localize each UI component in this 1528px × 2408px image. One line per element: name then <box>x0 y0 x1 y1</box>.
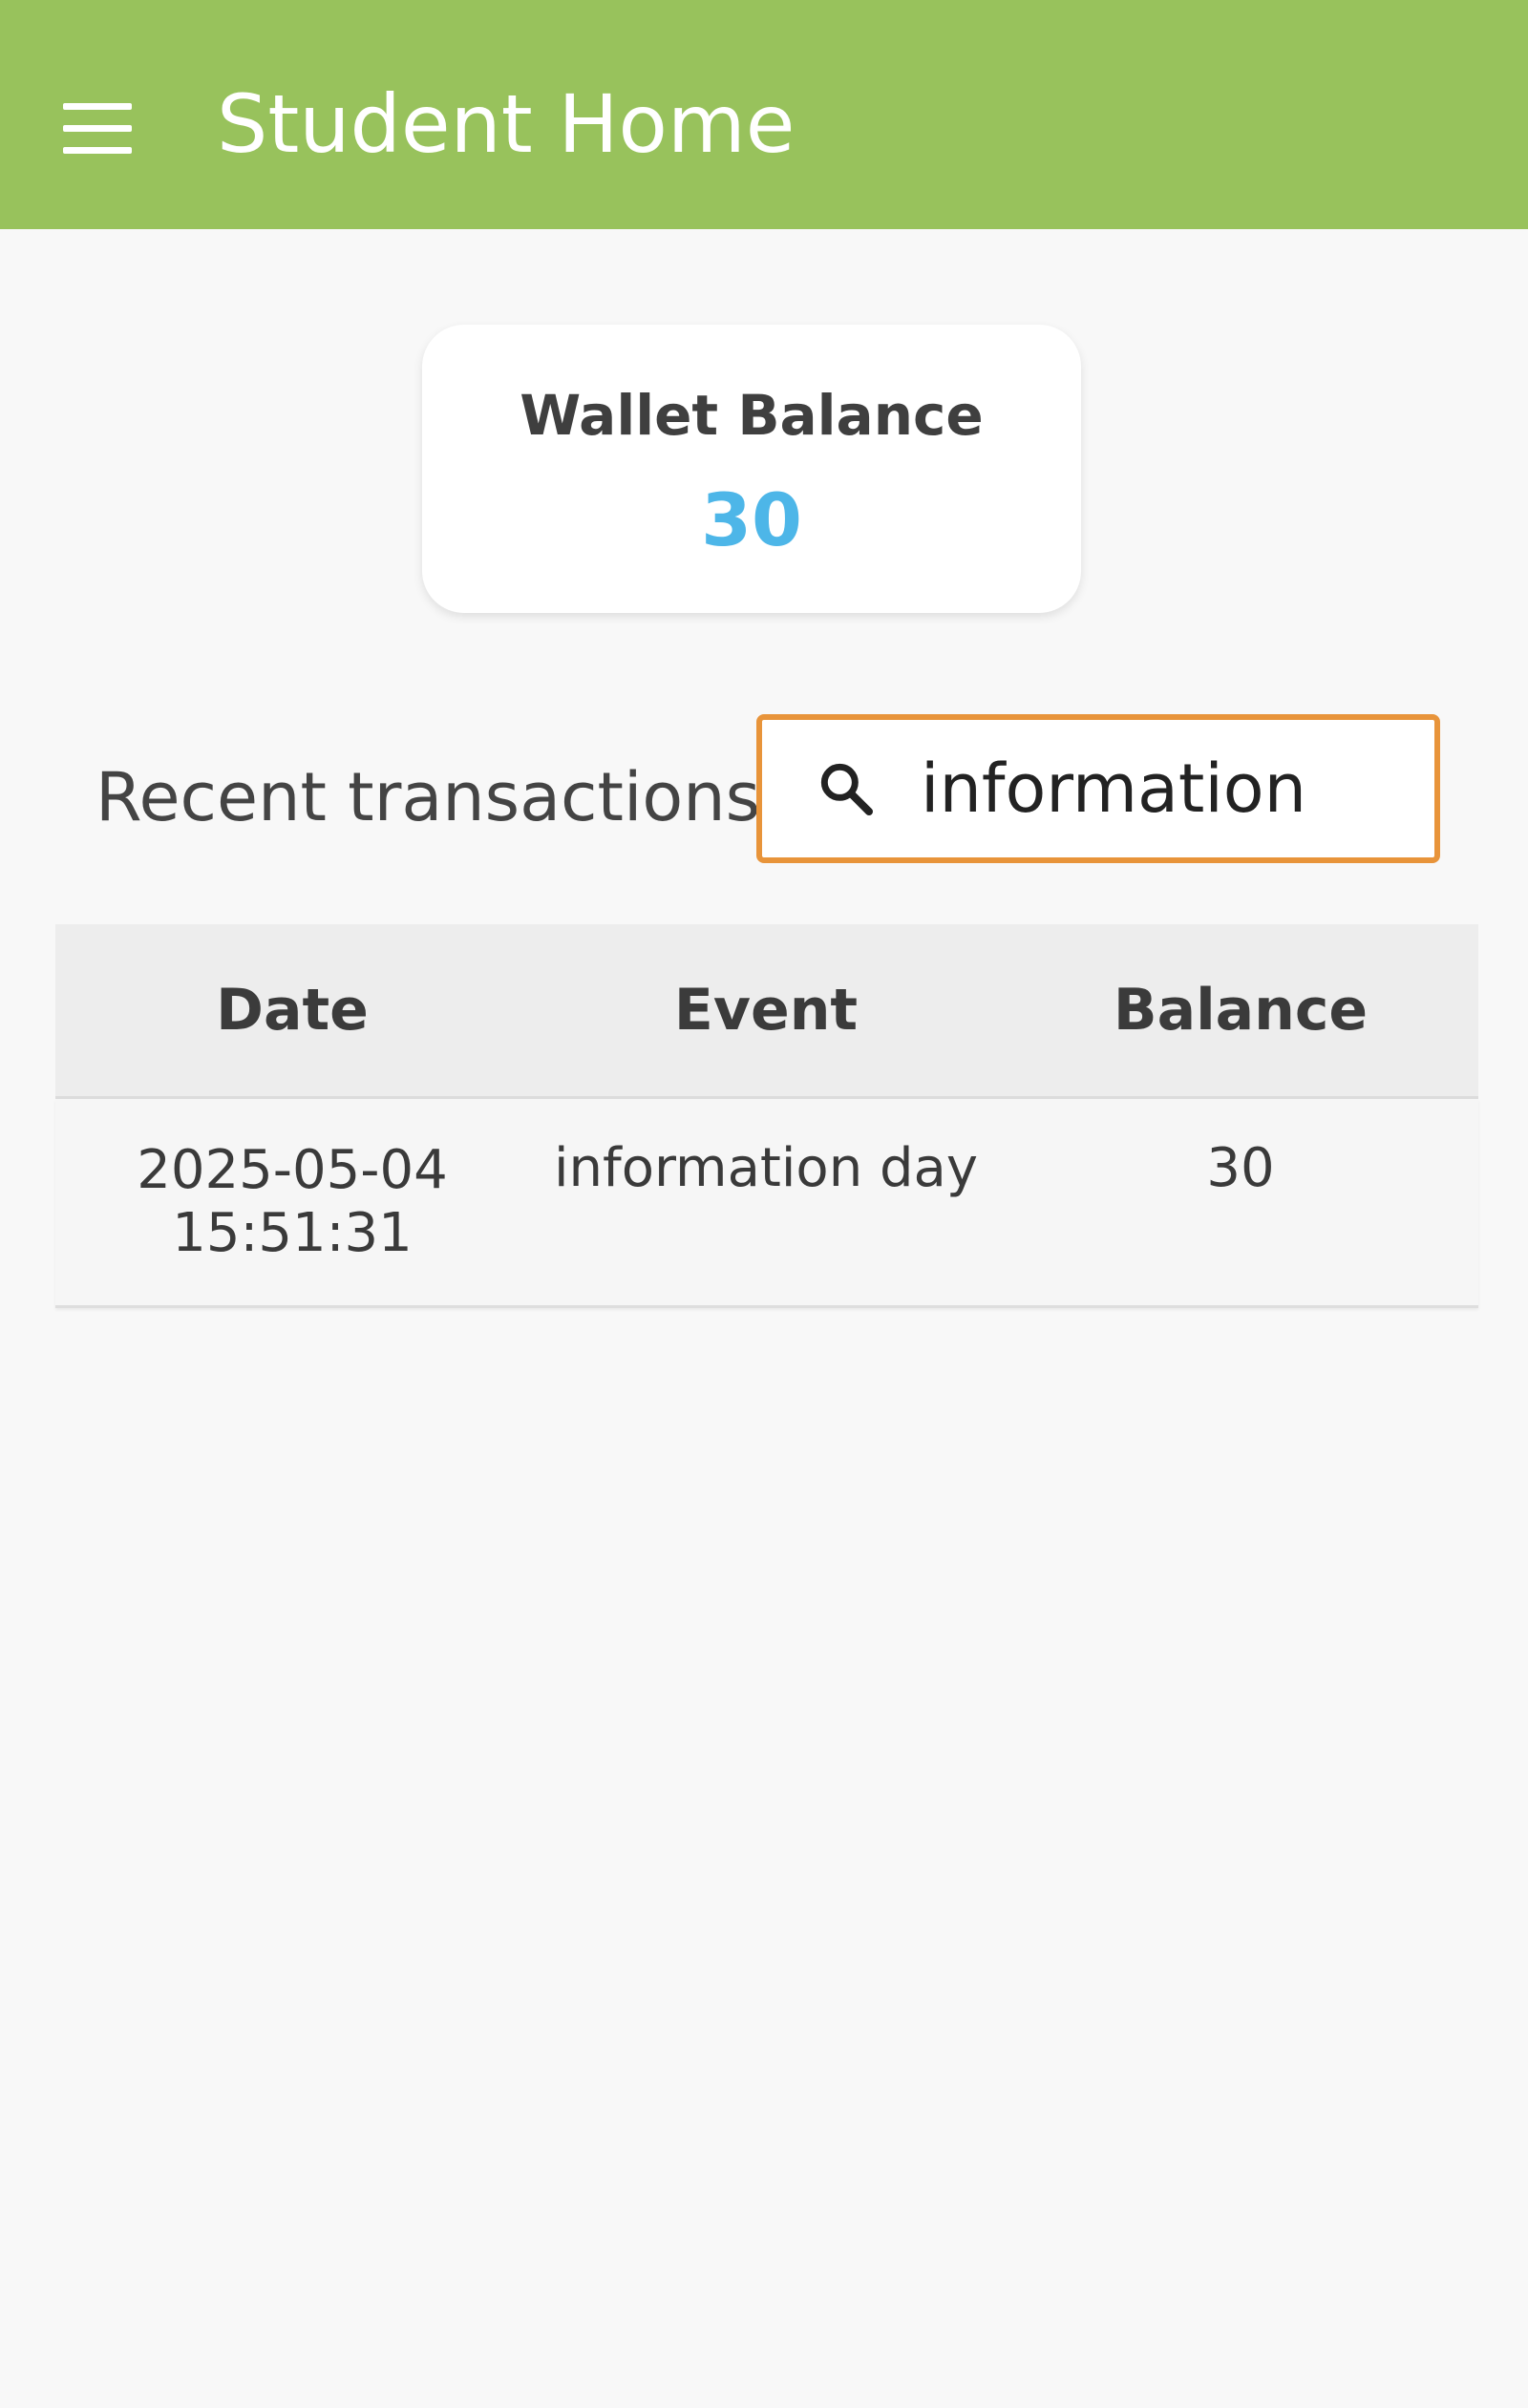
table-row[interactable]: 2025-05-04 15:51:31 information day 30 <box>55 1099 1478 1308</box>
transactions-table: Date Event Balance 2025-05-04 15:51:31 i… <box>55 924 1478 1308</box>
table-header: Date Event Balance <box>55 924 1478 1099</box>
search-field[interactable] <box>756 714 1440 863</box>
page-title: Student Home <box>217 77 796 171</box>
search-input[interactable] <box>921 739 1417 838</box>
menu-bar-line <box>63 102 132 110</box>
hamburger-menu-icon[interactable] <box>38 80 162 176</box>
column-header-date[interactable]: Date <box>55 977 529 1044</box>
wallet-balance-card: Wallet Balance 30 <box>422 325 1081 613</box>
wallet-balance-amount: 30 <box>701 477 802 562</box>
search-icon <box>820 763 873 815</box>
row-event: information day <box>553 1137 978 1199</box>
recent-transactions-title: Recent transactions <box>96 758 761 836</box>
wallet-balance-label: Wallet Balance <box>520 383 984 448</box>
column-header-balance[interactable]: Balance <box>1003 977 1478 1044</box>
row-date: 2025-05-04 15:51:31 <box>137 1139 448 1264</box>
app-bar: Student Home <box>0 0 1528 229</box>
column-header-event[interactable]: Event <box>529 977 1003 1044</box>
row-balance: 30 <box>1206 1137 1275 1199</box>
menu-bar-line <box>63 124 132 132</box>
menu-bar-line <box>63 146 132 154</box>
